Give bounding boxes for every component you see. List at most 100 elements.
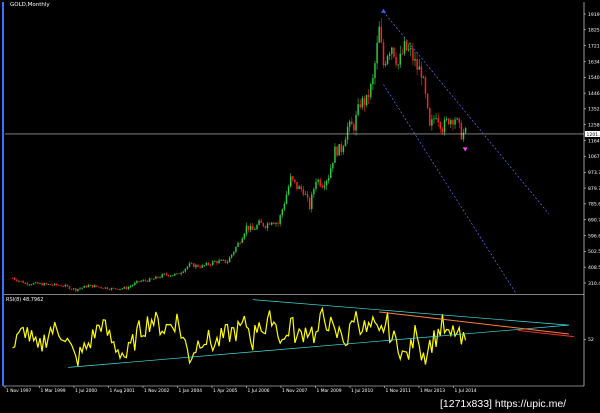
candle-body (439, 122, 442, 129)
candle-body (16, 279, 18, 282)
candle-body (281, 209, 284, 216)
candle-body (388, 53, 391, 56)
candle-body (252, 225, 254, 230)
gold-chart[interactable]: 1201.4 52 1919.9 1825.0 1721.0 1634.0 1540.0… (0, 0, 600, 413)
candle-body (43, 283, 45, 286)
candle-body (49, 284, 52, 285)
candle-body (325, 180, 328, 186)
candle-body (81, 287, 83, 289)
candle-body (83, 285, 85, 288)
candle-body (47, 284, 50, 285)
watermark: [1271x833] https://upic.me/ (440, 398, 566, 410)
price-tick-label: 408.55 (588, 265, 600, 271)
candle-body (361, 98, 364, 108)
candle-body (125, 287, 128, 290)
candle-body (289, 176, 292, 187)
candle-body (197, 264, 199, 267)
candle-body (300, 186, 302, 190)
price-candles (11, 18, 467, 293)
candle-body (279, 215, 281, 224)
candle-body (405, 41, 408, 51)
candle-body (370, 84, 372, 98)
chart-overlays: 1201.4 (5, 8, 600, 294)
price-tick-label: 690.70 (588, 218, 600, 224)
left-edge-marker (2, 2, 4, 386)
candle-body (338, 144, 340, 156)
candle-body (285, 194, 288, 204)
time-tick-label: 1 Mar 1999 (41, 388, 66, 394)
price-tick-label: 973.70 (588, 170, 600, 176)
rsi-trendline-falling (252, 299, 569, 326)
candle-body (403, 41, 406, 54)
candle-body (426, 93, 429, 109)
candle-body (45, 283, 48, 285)
candle-body (332, 162, 334, 169)
price-tick-label: 1446.0 (588, 91, 600, 97)
candle-body (372, 78, 374, 85)
candle-body (344, 139, 347, 147)
time-tick-label: 1 Nov 2002 (144, 388, 170, 394)
candle-body (28, 284, 31, 286)
candle-body (157, 276, 159, 278)
candle-body (460, 122, 463, 140)
candle-body (230, 254, 233, 258)
candle-body (445, 118, 448, 120)
candle-body (20, 280, 22, 282)
candle-body (205, 263, 208, 266)
candle-body (450, 120, 452, 125)
price-tick-label: 1825.0 (588, 28, 600, 34)
candle-body (435, 118, 437, 119)
candle-body (161, 274, 163, 278)
price-tick-label: 1721.0 (588, 43, 600, 49)
candle-body (91, 284, 94, 288)
candle-body (89, 284, 92, 286)
chart-title: GOLD,Monthly (10, 2, 50, 8)
candle-body (72, 288, 75, 290)
candle-body (18, 280, 20, 282)
candle-body (131, 284, 134, 286)
candle-body (96, 285, 98, 287)
price-tick-label: 879.70 (588, 186, 600, 192)
candle-body (357, 104, 359, 115)
candle-body (155, 276, 157, 279)
candle-body (209, 264, 212, 266)
candle-body (24, 282, 26, 284)
candle-body (420, 66, 423, 78)
candle-body (317, 179, 319, 182)
candle-body (115, 288, 117, 290)
candle-body (386, 55, 389, 64)
candle-body (247, 225, 250, 231)
candle-body (214, 261, 216, 262)
candle-body (153, 278, 155, 280)
time-tick-label: 1 Jul 2010 (351, 388, 373, 394)
candle-body (239, 242, 241, 244)
candle-body (249, 225, 252, 231)
candle-body (100, 286, 102, 288)
time-tick-label: 1 Aug 2001 (110, 388, 136, 394)
price-axis: 1919.9 1825.0 1721.0 1634.0 1540.0 1446.0 1352… (2, 2, 600, 387)
candle-body (458, 118, 461, 123)
candle-body (319, 179, 321, 186)
candle-body (353, 124, 355, 131)
candle-body (258, 220, 260, 225)
chart-window[interactable]: 1201.4 52 1919.9 1825.0 1721.0 1634.0 1540.0… (0, 0, 600, 413)
price-tick-label: 785.60 (588, 202, 600, 208)
candle-body (304, 194, 307, 196)
candle-body (182, 271, 184, 273)
candle-body (142, 280, 144, 281)
candle-body (315, 181, 317, 189)
candle-body (228, 257, 231, 263)
candle-body (79, 288, 81, 290)
candle-body (351, 121, 353, 125)
candle-body (199, 266, 201, 268)
candle-body (359, 104, 361, 108)
candle-body (243, 233, 246, 239)
price-tick-label: 1352.0 (588, 107, 600, 113)
candle-body (56, 283, 58, 286)
candle-body (233, 251, 235, 255)
candle-body (433, 118, 435, 120)
candle-body (346, 126, 349, 140)
candle-body (424, 77, 427, 94)
time-tick-label: 1 Nov 2007 (282, 388, 308, 394)
candle-body (104, 287, 107, 289)
